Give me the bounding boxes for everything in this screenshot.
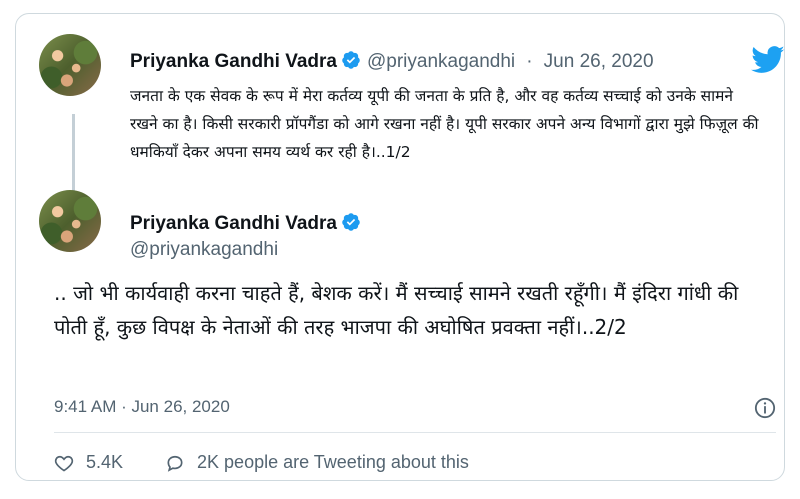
like-button[interactable]: 5.4K	[54, 452, 165, 473]
like-count: 5.4K	[86, 452, 124, 472]
divider	[54, 432, 776, 433]
embedded-tweet-card[interactable]: Priyanka Gandhi Vadra @priyankagandhi · J…	[15, 13, 785, 481]
tweet2-header: Priyanka Gandhi Vadra	[130, 212, 361, 235]
thread-connector-line	[72, 114, 75, 200]
verified-badge-icon	[342, 213, 360, 231]
tweeting-about-link[interactable]: 2K people are Tweeting about this	[165, 452, 469, 473]
tweeting-about-label: 2K people are Tweeting about this	[197, 452, 469, 472]
comment-bubble-icon	[167, 455, 183, 472]
author-handle[interactable]: @priyankagandhi	[130, 239, 278, 261]
tweet1-text: जनता के एक सेवक के रूप में मेरा कर्तव्य …	[130, 87, 759, 161]
author-name[interactable]: Priyanka Gandhi Vadra	[130, 51, 337, 72]
author-handle[interactable]: @priyankagandhi	[367, 51, 515, 72]
verified-badge-icon	[342, 51, 360, 69]
heart-icon	[54, 455, 74, 471]
avatar[interactable]	[39, 34, 101, 96]
author-name[interactable]: Priyanka Gandhi Vadra	[130, 213, 337, 234]
info-icon[interactable]	[754, 397, 776, 419]
tweet-actions: 5.4K 2K people are Tweeting about this	[54, 452, 469, 473]
tweet2-text: .. जो भी कार्यवाही करना चाहते हैं, बेशक …	[54, 281, 739, 339]
tweet-timestamp-link[interactable]: 9:41 AM · Jun 26, 2020	[54, 397, 230, 417]
tweet1-header: Priyanka Gandhi Vadra @priyankagandhi · J…	[130, 50, 654, 73]
tweet-date-link[interactable]: Jun 26, 2020	[544, 51, 654, 72]
twitter-bird-icon[interactable]	[751, 45, 785, 75]
avatar[interactable]	[39, 190, 101, 252]
separator-dot: ·	[526, 51, 533, 72]
